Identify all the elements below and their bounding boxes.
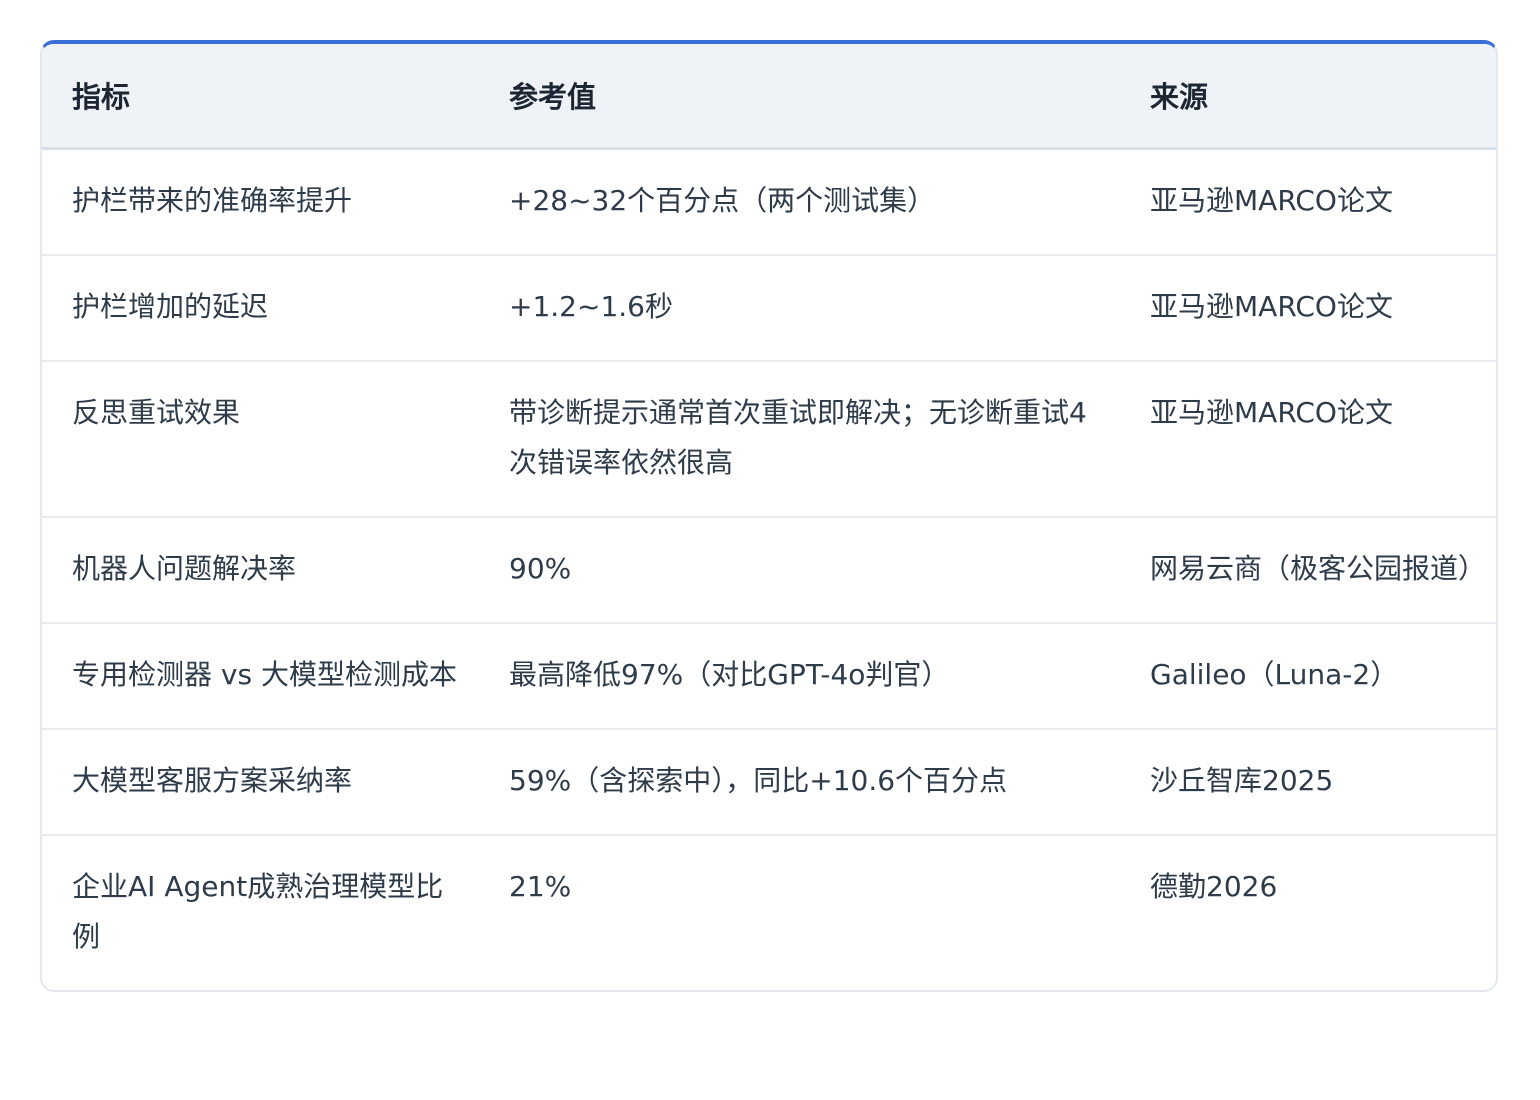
source-cell: 德勤2026	[1150, 869, 1278, 903]
source-cell: 亚马逊MARCO论文	[1120, 254, 1496, 362]
table-header: 指标 参考值 来源	[42, 44, 1496, 150]
header-reference-value: 参考值	[479, 44, 1120, 150]
header-source: 来源	[1120, 44, 1496, 150]
metrics-table-card: 指标 参考值 来源 护栏带来的准确率提升 +28~32个百分点（两个测试集） 亚…	[40, 40, 1498, 992]
table-row: 护栏增加的延迟 +1.2~1.6秒 亚马逊MARCO论文	[42, 254, 1496, 362]
header-row: 指标 参考值 来源	[42, 44, 1496, 150]
metric-cell: 护栏带来的准确率提升	[42, 148, 479, 256]
metric-cell: 反思重试效果	[42, 360, 479, 518]
source-cell: 网易云商（极客公园报道）	[1120, 516, 1496, 624]
value-cell: 59%（含探索中），同比+10.6个百分点	[479, 728, 1120, 836]
table-body: 护栏带来的准确率提升 +28~32个百分点（两个测试集） 亚马逊MARCO论文 …	[42, 148, 1496, 990]
metric-cell: 护栏增加的延迟	[42, 254, 479, 362]
header-metric: 指标	[42, 44, 479, 150]
value-cell: 带诊断提示通常首次重试即解决；无诊断重试4次错误率依然很高	[479, 360, 1120, 518]
table-row: 专用检测器 vs 大模型检测成本 最高降低97%（对比GPT-4o判官） Gal…	[42, 622, 1496, 730]
metric-cell: 机器人问题解决率	[42, 516, 479, 624]
table-row: 机器人问题解决率 90% 网易云商（极客公园报道）	[42, 516, 1496, 624]
table-row: 反思重试效果 带诊断提示通常首次重试即解决；无诊断重试4次错误率依然很高 亚马逊…	[42, 360, 1496, 518]
metrics-table: 指标 参考值 来源 护栏带来的准确率提升 +28~32个百分点（两个测试集） 亚…	[42, 44, 1496, 990]
metric-cell: 大模型客服方案采纳率	[42, 728, 479, 836]
value-cell: 21%	[509, 869, 572, 903]
metric-cell: 专用检测器 vs 大模型检测成本	[42, 622, 479, 730]
source-cell: 沙丘智库2025	[1120, 728, 1496, 836]
table-row: 护栏带来的准确率提升 +28~32个百分点（两个测试集） 亚马逊MARCO论文	[42, 148, 1496, 256]
metric-cell: 企业AI Agent成熟治理模型比例	[72, 869, 444, 953]
source-cell: 亚马逊MARCO论文	[1120, 360, 1496, 518]
value-cell: +28~32个百分点（两个测试集）	[479, 148, 1120, 256]
source-cell: Galileo（Luna-2）	[1120, 622, 1496, 730]
source-cell: 亚马逊MARCO论文	[1120, 148, 1496, 256]
value-cell: 90%	[479, 516, 1120, 624]
table-row: 大模型客服方案采纳率 59%（含探索中），同比+10.6个百分点 沙丘智库202…	[42, 728, 1496, 836]
value-cell: 最高降低97%（对比GPT-4o判官）	[479, 622, 1120, 730]
table-row: 企业AI Agent成熟治理模型比例 21% 德勤2026	[42, 835, 1496, 990]
value-cell: +1.2~1.6秒	[479, 254, 1120, 362]
